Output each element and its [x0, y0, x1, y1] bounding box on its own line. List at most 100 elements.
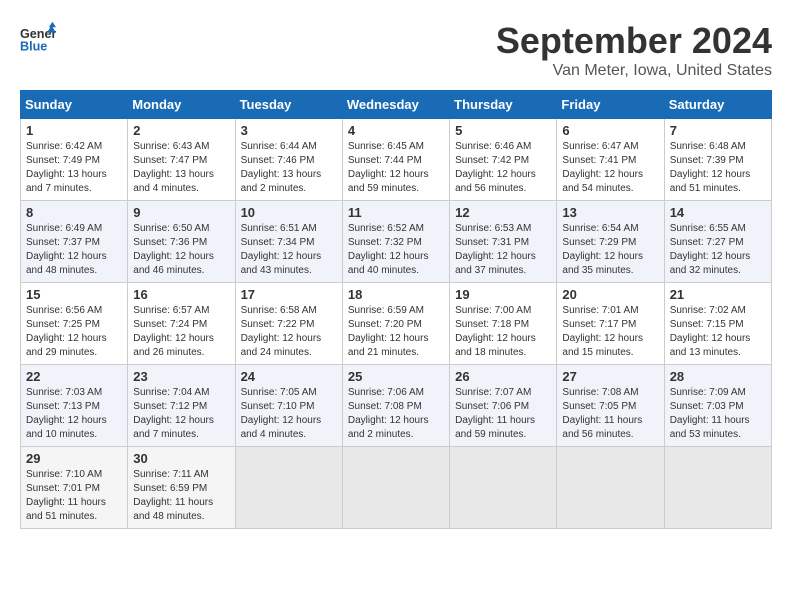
- weekday-header-cell: Wednesday: [342, 91, 449, 119]
- day-number: 12: [455, 205, 551, 220]
- day-info: Sunrise: 6:57 AMSunset: 7:24 PMDaylight:…: [133, 304, 229, 360]
- day-info: Sunrise: 7:10 AMSunset: 7:01 PMDaylight:…: [26, 468, 122, 524]
- calendar-day-cell: 27 Sunrise: 7:08 AMSunset: 7:05 PMDayligh…: [557, 365, 664, 447]
- calendar-week-row: 1 Sunrise: 6:42 AMSunset: 7:49 PMDaylight…: [21, 119, 772, 201]
- weekday-header-cell: Tuesday: [235, 91, 342, 119]
- day-number: 24: [241, 369, 337, 384]
- day-number: 28: [670, 369, 766, 384]
- calendar-day-cell: 22Sunrise: 7:03 AMSunset: 7:13 PMDayligh…: [21, 365, 128, 447]
- calendar-body: 1 Sunrise: 6:42 AMSunset: 7:49 PMDaylight…: [21, 119, 772, 529]
- day-info: Sunrise: 6:51 AMSunset: 7:34 PMDaylight:…: [241, 222, 337, 278]
- day-info: Sunrise: 6:59 AMSunset: 7:20 PMDaylight:…: [348, 304, 444, 360]
- day-info: Sunrise: 7:11 AMSunset: 6:59 PMDaylight:…: [133, 468, 229, 524]
- calendar-day-cell: 6 Sunrise: 6:47 AMSunset: 7:41 PMDaylight…: [557, 119, 664, 201]
- day-number: 10: [241, 205, 337, 220]
- weekday-header-cell: Monday: [128, 91, 235, 119]
- day-info: Sunrise: 6:42 AMSunset: 7:49 PMDaylight:…: [26, 140, 122, 196]
- page-header: General Blue September 2024 Van Meter, I…: [20, 20, 772, 80]
- calendar-day-cell: 26Sunrise: 7:07 AMSunset: 7:06 PMDayligh…: [450, 365, 557, 447]
- calendar-day-cell: 10 Sunrise: 6:51 AMSunset: 7:34 PMDayligh…: [235, 201, 342, 283]
- day-info: Sunrise: 7:01 AMSunset: 7:17 PMDaylight:…: [562, 304, 658, 360]
- day-info: Sunrise: 6:50 AMSunset: 7:36 PMDaylight:…: [133, 222, 229, 278]
- calendar-day-cell: 14 Sunrise: 6:55 AMSunset: 7:27 PMDayligh…: [664, 201, 771, 283]
- weekday-header-cell: Thursday: [450, 91, 557, 119]
- calendar-day-cell: 19Sunrise: 7:00 AMSunset: 7:18 PMDayligh…: [450, 283, 557, 365]
- calendar-table: SundayMondayTuesdayWednesdayThursdayFrid…: [20, 90, 772, 529]
- day-info: Sunrise: 7:08 AMSunset: 7:05 PMDaylight:…: [562, 386, 658, 442]
- calendar-day-cell: 17 Sunrise: 6:58 AMSunset: 7:22 PMDayligh…: [235, 283, 342, 365]
- weekday-header-cell: Saturday: [664, 91, 771, 119]
- calendar-day-cell: 5 Sunrise: 6:46 AMSunset: 7:42 PMDaylight…: [450, 119, 557, 201]
- day-info: Sunrise: 6:48 AMSunset: 7:39 PMDaylight:…: [670, 140, 766, 196]
- calendar-day-cell: 24 Sunrise: 7:05 AMSunset: 7:10 PMDayligh…: [235, 365, 342, 447]
- day-number: 6: [562, 123, 658, 138]
- logo: General Blue: [20, 20, 56, 56]
- day-number: 2: [133, 123, 229, 138]
- day-number: 18: [348, 287, 444, 302]
- calendar-day-cell: 29 Sunrise: 7:10 AMSunset: 7:01 PMDayligh…: [21, 447, 128, 529]
- calendar-day-cell: 1 Sunrise: 6:42 AMSunset: 7:49 PMDaylight…: [21, 119, 128, 201]
- day-number: 9: [133, 205, 229, 220]
- day-number: 13: [562, 205, 658, 220]
- day-number: 7: [670, 123, 766, 138]
- location-subtitle: Van Meter, Iowa, United States: [496, 62, 772, 80]
- calendar-day-cell: 23Sunrise: 7:04 AMSunset: 7:12 PMDayligh…: [128, 365, 235, 447]
- day-number: 3: [241, 123, 337, 138]
- day-number: 29: [26, 451, 122, 466]
- day-info: Sunrise: 7:00 AMSunset: 7:18 PMDaylight:…: [455, 304, 551, 360]
- calendar-day-cell: 9 Sunrise: 6:50 AMSunset: 7:36 PMDaylight…: [128, 201, 235, 283]
- logo-icon: General Blue: [20, 20, 56, 56]
- day-number: 30: [133, 451, 229, 466]
- calendar-day-cell: 16 Sunrise: 6:57 AMSunset: 7:24 PMDayligh…: [128, 283, 235, 365]
- day-info: Sunrise: 7:04 AMSunset: 7:12 PMDaylight:…: [133, 386, 229, 442]
- day-info: Sunrise: 6:58 AMSunset: 7:22 PMDaylight:…: [241, 304, 337, 360]
- day-number: 20: [562, 287, 658, 302]
- day-number: 25: [348, 369, 444, 384]
- day-info: Sunrise: 6:54 AMSunset: 7:29 PMDaylight:…: [562, 222, 658, 278]
- calendar-day-cell: 15Sunrise: 6:56 AMSunset: 7:25 PMDayligh…: [21, 283, 128, 365]
- day-info: Sunrise: 7:09 AMSunset: 7:03 PMDaylight:…: [670, 386, 766, 442]
- day-number: 4: [348, 123, 444, 138]
- calendar-week-row: 8 Sunrise: 6:49 AMSunset: 7:37 PMDaylight…: [21, 201, 772, 283]
- day-number: 17: [241, 287, 337, 302]
- calendar-day-cell: [235, 447, 342, 529]
- day-info: Sunrise: 6:45 AMSunset: 7:44 PMDaylight:…: [348, 140, 444, 196]
- day-info: Sunrise: 6:46 AMSunset: 7:42 PMDaylight:…: [455, 140, 551, 196]
- day-info: Sunrise: 6:53 AMSunset: 7:31 PMDaylight:…: [455, 222, 551, 278]
- day-number: 8: [26, 205, 122, 220]
- calendar-day-cell: 12 Sunrise: 6:53 AMSunset: 7:31 PMDayligh…: [450, 201, 557, 283]
- day-number: 11: [348, 205, 444, 220]
- day-info: Sunrise: 6:52 AMSunset: 7:32 PMDaylight:…: [348, 222, 444, 278]
- calendar-day-cell: 30 Sunrise: 7:11 AMSunset: 6:59 PMDayligh…: [128, 447, 235, 529]
- calendar-week-row: 29 Sunrise: 7:10 AMSunset: 7:01 PMDayligh…: [21, 447, 772, 529]
- calendar-day-cell: 7 Sunrise: 6:48 AMSunset: 7:39 PMDaylight…: [664, 119, 771, 201]
- calendar-day-cell: [342, 447, 449, 529]
- day-number: 16: [133, 287, 229, 302]
- day-info: Sunrise: 7:02 AMSunset: 7:15 PMDaylight:…: [670, 304, 766, 360]
- day-info: Sunrise: 6:44 AMSunset: 7:46 PMDaylight:…: [241, 140, 337, 196]
- calendar-day-cell: 8 Sunrise: 6:49 AMSunset: 7:37 PMDaylight…: [21, 201, 128, 283]
- day-info: Sunrise: 7:06 AMSunset: 7:08 PMDaylight:…: [348, 386, 444, 442]
- day-number: 1: [26, 123, 122, 138]
- day-info: Sunrise: 6:43 AMSunset: 7:47 PMDaylight:…: [133, 140, 229, 196]
- day-number: 27: [562, 369, 658, 384]
- calendar-day-cell: 28 Sunrise: 7:09 AMSunset: 7:03 PMDayligh…: [664, 365, 771, 447]
- calendar-day-cell: 20 Sunrise: 7:01 AMSunset: 7:17 PMDayligh…: [557, 283, 664, 365]
- calendar-week-row: 15Sunrise: 6:56 AMSunset: 7:25 PMDayligh…: [21, 283, 772, 365]
- day-info: Sunrise: 7:05 AMSunset: 7:10 PMDaylight:…: [241, 386, 337, 442]
- day-number: 5: [455, 123, 551, 138]
- day-number: 15: [26, 287, 122, 302]
- day-info: Sunrise: 6:47 AMSunset: 7:41 PMDaylight:…: [562, 140, 658, 196]
- day-info: Sunrise: 6:49 AMSunset: 7:37 PMDaylight:…: [26, 222, 122, 278]
- month-year-title: September 2024: [496, 20, 772, 62]
- day-info: Sunrise: 7:07 AMSunset: 7:06 PMDaylight:…: [455, 386, 551, 442]
- weekday-header-cell: Sunday: [21, 91, 128, 119]
- calendar-week-row: 22Sunrise: 7:03 AMSunset: 7:13 PMDayligh…: [21, 365, 772, 447]
- calendar-day-cell: 21Sunrise: 7:02 AMSunset: 7:15 PMDayligh…: [664, 283, 771, 365]
- calendar-day-cell: 3 Sunrise: 6:44 AMSunset: 7:46 PMDaylight…: [235, 119, 342, 201]
- day-info: Sunrise: 6:55 AMSunset: 7:27 PMDaylight:…: [670, 222, 766, 278]
- calendar-day-cell: 4 Sunrise: 6:45 AMSunset: 7:44 PMDaylight…: [342, 119, 449, 201]
- day-number: 14: [670, 205, 766, 220]
- calendar-day-cell: [450, 447, 557, 529]
- svg-text:Blue: Blue: [20, 40, 47, 54]
